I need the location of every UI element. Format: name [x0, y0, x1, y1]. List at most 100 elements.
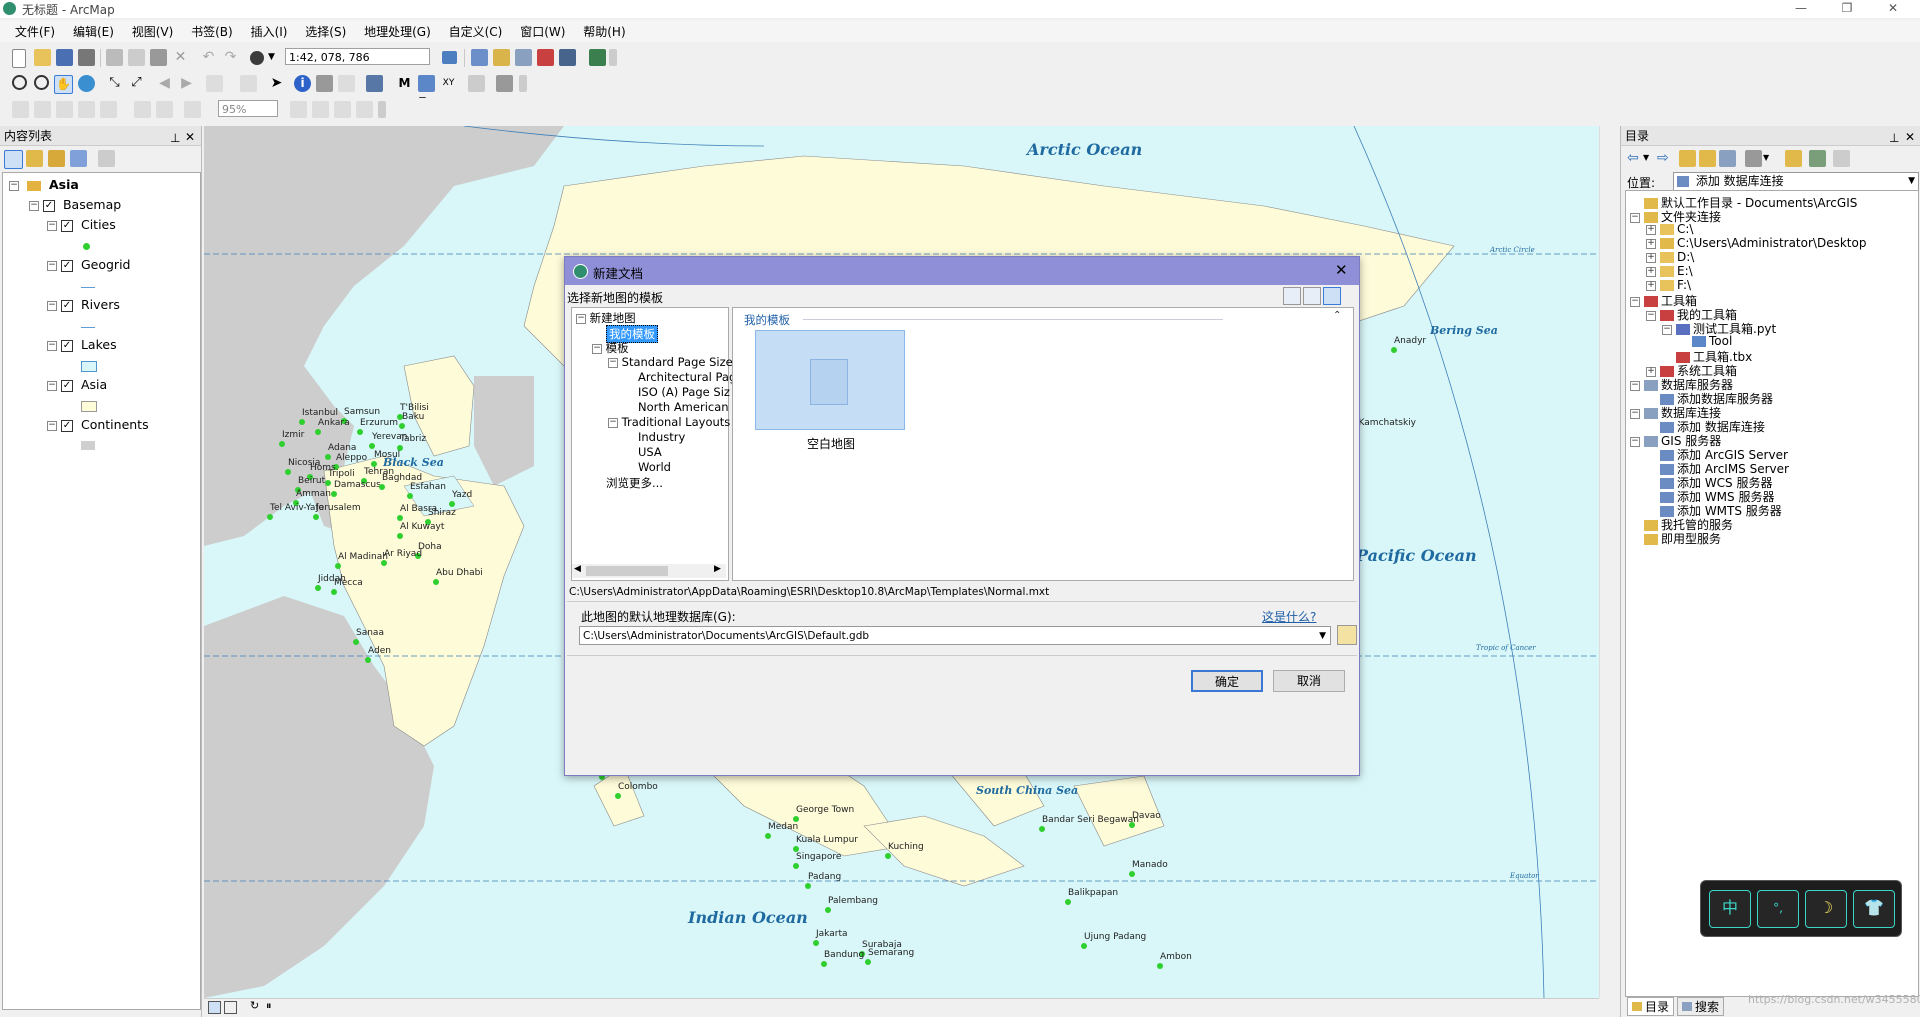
expand-icon[interactable]: +: [1646, 252, 1656, 263]
find-route-icon[interactable]: [418, 75, 435, 92]
catalog-item[interactable]: + C:\: [1646, 222, 1693, 236]
toc-layer-row[interactable]: − ✓ Asia: [47, 377, 107, 392]
ok-button[interactable]: 确定: [1191, 670, 1263, 692]
python-window-icon[interactable]: [559, 49, 576, 66]
tree-architectural[interactable]: Architectural Pag: [638, 370, 736, 384]
select-elements-icon[interactable]: ➤: [268, 75, 285, 92]
identify-icon[interactable]: i: [294, 75, 311, 92]
collapse-icon[interactable]: −: [9, 180, 19, 191]
add-data-dropdown-icon[interactable]: ▼: [268, 49, 285, 66]
go-back-layout-icon[interactable]: [184, 101, 201, 118]
collapse-icon[interactable]: −: [47, 420, 57, 431]
catalog-close-icon[interactable]: ✕: [1905, 127, 1915, 147]
model-builder-icon[interactable]: [589, 49, 606, 66]
whats-this-link[interactable]: 这是什么?: [1262, 608, 1316, 625]
details-view-icon[interactable]: [1283, 287, 1301, 305]
catalog-pin-icon[interactable]: ⊥: [1889, 128, 1899, 148]
pause-drawing-icon[interactable]: ⏸: [266, 999, 272, 1013]
toggle-draft-icon[interactable]: [290, 101, 307, 118]
gdb-dropdown-icon[interactable]: ▼: [1319, 627, 1326, 645]
collapse-icon[interactable]: −: [47, 380, 57, 391]
tree-usa[interactable]: USA: [638, 445, 662, 459]
catalog-item[interactable]: 即用型服务: [1630, 530, 1721, 547]
html-popup-icon[interactable]: [338, 75, 355, 92]
layer-visibility-checkbox[interactable]: ✓: [60, 219, 73, 232]
location-combobox[interactable]: 添加 数据库连接 ▼: [1673, 172, 1919, 191]
delete-icon[interactable]: ✕: [172, 49, 189, 66]
forward-extent-icon[interactable]: ▶: [178, 75, 195, 92]
list-by-drawing-order-icon[interactable]: [4, 150, 23, 169]
browse-folder-icon[interactable]: [1337, 625, 1357, 645]
full-extent-icon[interactable]: [78, 75, 95, 92]
collapse-icon[interactable]: −: [47, 260, 57, 271]
toc-layer-row[interactable]: − ✓ Continents: [47, 417, 149, 432]
close-button[interactable]: ✕: [1870, 0, 1916, 18]
expand-icon[interactable]: +: [1646, 224, 1656, 235]
layer-visibility-checkbox[interactable]: ✓: [60, 339, 73, 352]
forward-icon[interactable]: ⇨: [1657, 150, 1674, 167]
fixed-zoom-in-layout-icon[interactable]: [134, 101, 151, 118]
zoom-100-icon[interactable]: [100, 101, 117, 118]
expand-icon[interactable]: +: [1646, 266, 1656, 277]
back-icon[interactable]: ⇦: [1627, 150, 1644, 167]
find-icon[interactable]: M: [396, 75, 413, 92]
tree-north-american[interactable]: North American (: [638, 400, 737, 414]
change-layout-icon[interactable]: [334, 101, 351, 118]
catalog-item[interactable]: + E:\: [1646, 264, 1693, 278]
data-driven-pages-icon[interactable]: [356, 101, 373, 118]
cancel-button[interactable]: 取消: [1273, 670, 1345, 692]
menu-help[interactable]: 帮助(H): [576, 20, 632, 43]
catalog-item[interactable]: + F:\: [1646, 278, 1691, 292]
hyperlink-icon[interactable]: [316, 75, 333, 92]
home-folder-icon[interactable]: [1699, 150, 1716, 167]
list-by-source-icon[interactable]: [26, 150, 43, 167]
collapse-icon[interactable]: −: [1662, 324, 1672, 335]
toc-pin-icon[interactable]: ⊥: [170, 128, 180, 148]
fixed-zoom-in-icon[interactable]: ⤡: [106, 75, 123, 92]
layer-visibility-checkbox[interactable]: ✓: [42, 199, 55, 212]
expand-icon[interactable]: +: [1646, 238, 1656, 249]
ime-halfwidth-button[interactable]: ☽: [1805, 890, 1847, 928]
add-data-icon[interactable]: [250, 51, 264, 65]
refresh-catalog-icon[interactable]: [1809, 150, 1826, 167]
toc-frame-row[interactable]: − Asia: [9, 177, 79, 192]
undo-icon[interactable]: ↶: [200, 49, 217, 66]
cut-icon[interactable]: [106, 49, 123, 66]
layout-zoom-out-icon[interactable]: [34, 101, 51, 118]
tree-horizontal-scrollbar[interactable]: ◀ ▶: [572, 564, 726, 578]
create-viewer-icon[interactable]: [496, 75, 513, 92]
fixed-zoom-out-layout-icon[interactable]: [156, 101, 173, 118]
geodatabase-combobox[interactable]: C:\Users\Administrator\Documents\ArcGIS\…: [579, 626, 1331, 645]
location-dropdown-icon[interactable]: ▼: [1908, 173, 1915, 189]
layout-view-icon[interactable]: [224, 1001, 237, 1014]
tree-templates[interactable]: − 模板: [592, 340, 629, 356]
table-of-contents-icon[interactable]: [471, 49, 488, 66]
copy-icon[interactable]: [128, 49, 145, 66]
collapse-icon[interactable]: −: [1630, 436, 1640, 447]
select-features-icon[interactable]: [206, 75, 223, 92]
save-icon[interactable]: [56, 49, 73, 66]
restore-button[interactable]: ❐: [1824, 0, 1870, 18]
tree-iso[interactable]: ISO (A) Page Siz: [638, 385, 730, 399]
menu-geoprocessing[interactable]: 地理处理(G): [357, 20, 438, 43]
map-horizontal-scrollbar[interactable]: ↻ ⏸: [204, 998, 1599, 1015]
menu-selection[interactable]: 选择(S): [298, 20, 353, 43]
menu-customize[interactable]: 自定义(C): [442, 20, 510, 43]
ime-punctuation-button[interactable]: °,: [1757, 890, 1799, 928]
list-by-selection-icon[interactable]: [70, 150, 87, 167]
tree-browse-more[interactable]: 浏览更多...: [606, 475, 663, 491]
toc-options-icon[interactable]: [98, 150, 115, 167]
tree-standard-page-sizes[interactable]: − Standard Page Sizes: [608, 355, 739, 369]
layer-visibility-checkbox[interactable]: ✓: [60, 419, 73, 432]
arctoolbox-icon[interactable]: [537, 49, 554, 66]
map-vertical-scrollbar[interactable]: [1599, 126, 1617, 998]
menu-windows[interactable]: 窗口(W): [513, 20, 572, 43]
toc-close-icon[interactable]: ✕: [185, 127, 195, 147]
time-slider-icon[interactable]: [468, 75, 485, 92]
collapse-icon[interactable]: −: [47, 220, 57, 231]
data-view-icon[interactable]: [208, 1001, 221, 1014]
clear-selection-icon[interactable]: [240, 75, 257, 92]
collapse-icon[interactable]: −: [47, 340, 57, 351]
views-icon[interactable]: [1745, 150, 1762, 167]
layout-zoom-percent[interactable]: 95%: [218, 100, 278, 117]
